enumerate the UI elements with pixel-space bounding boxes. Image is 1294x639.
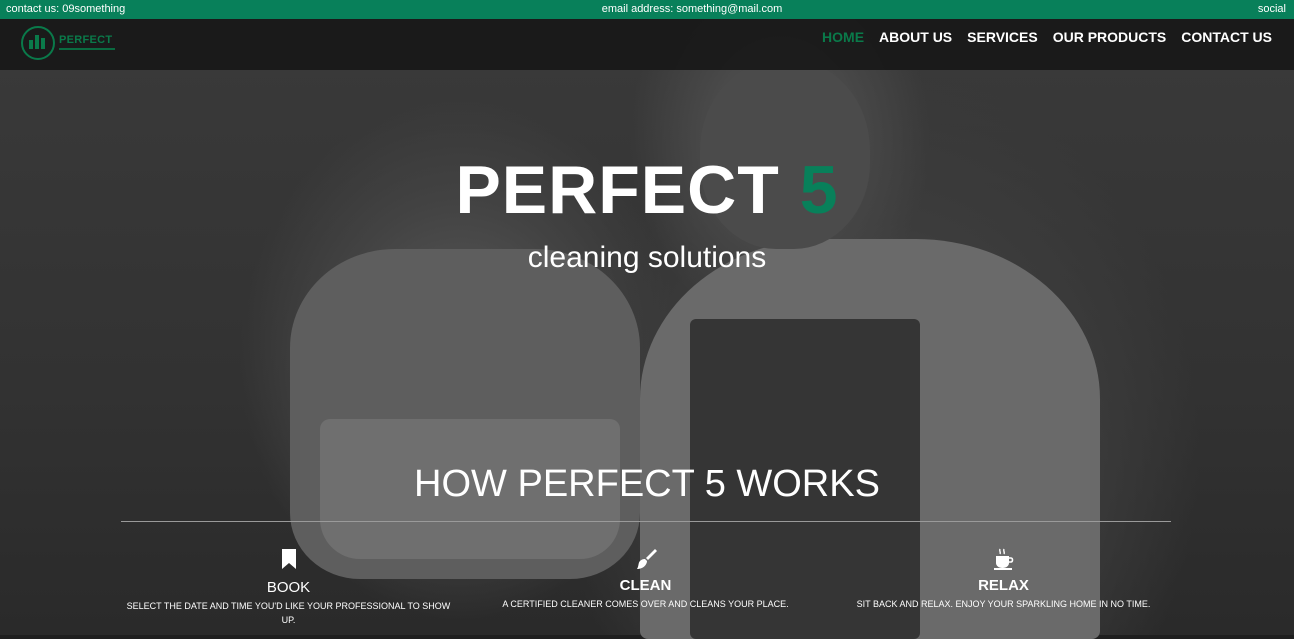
nav-item-contact-us[interactable]: CONTACT US: [1181, 19, 1272, 55]
step-clean-label: CLEAN: [619, 577, 672, 594]
hero-background-photo: [0, 19, 1294, 639]
social-link[interactable]: social: [1258, 0, 1286, 19]
section-divider: [121, 521, 1171, 522]
how-it-works-title: HOW PERFECT 5 WORKS: [414, 463, 880, 505]
nav-item-home[interactable]: HOME: [822, 19, 864, 55]
nav-item-services[interactable]: SERVICES: [967, 19, 1038, 55]
contact-email: email address: something@mail.com: [601, 3, 783, 15]
brand-logo[interactable]: PERFECT: [21, 26, 116, 62]
step-book: BOOK SELECT THE DATE AND TIME YOU'D LIKE…: [121, 548, 456, 627]
main-navbar: PERFECT HOME ABOUT US SERVICES OUR PRODU…: [0, 19, 1294, 70]
step-book-description: SELECT THE DATE AND TIME YOU'D LIKE YOUR…: [126, 601, 451, 625]
step-clean-description: A CERTIFIED CLEANER COMES OVER AND CLEAN…: [502, 599, 789, 609]
coffee-cup-icon: [993, 548, 1013, 570]
hero-title: PERFECT 5: [0, 150, 1294, 230]
logo-wordmark: PERFECT: [59, 34, 113, 46]
logo-tagline-line: [59, 48, 115, 50]
hero-subtitle: cleaning solutions: [527, 241, 767, 274]
step-relax-label: RELAX: [978, 577, 1029, 594]
nav-item-about-us[interactable]: ABOUT US: [879, 19, 952, 55]
hero-title-accent: 5: [799, 152, 839, 228]
broom-icon: [636, 549, 657, 569]
hero-title-main: PERFECT: [455, 152, 780, 228]
step-book-label: BOOK: [266, 579, 311, 596]
step-clean: CLEAN A CERTIFIED CLEANER COMES OVER AND…: [478, 548, 813, 611]
step-relax: RELAX SIT BACK AND RELAX. ENJOY YOUR SPA…: [836, 548, 1171, 611]
step-relax-description: SIT BACK AND RELAX. ENJOY YOUR SPARKLING…: [856, 599, 1151, 609]
nav-menu: HOME ABOUT US SERVICES OUR PRODUCTS CONT…: [822, 19, 1272, 55]
top-contact-bar: contact us: 09something email address: s…: [0, 0, 1294, 19]
nav-item-our-products[interactable]: OUR PRODUCTS: [1053, 19, 1167, 55]
logo-building-icon: [29, 33, 49, 53]
bookmark-icon: [281, 549, 296, 569]
